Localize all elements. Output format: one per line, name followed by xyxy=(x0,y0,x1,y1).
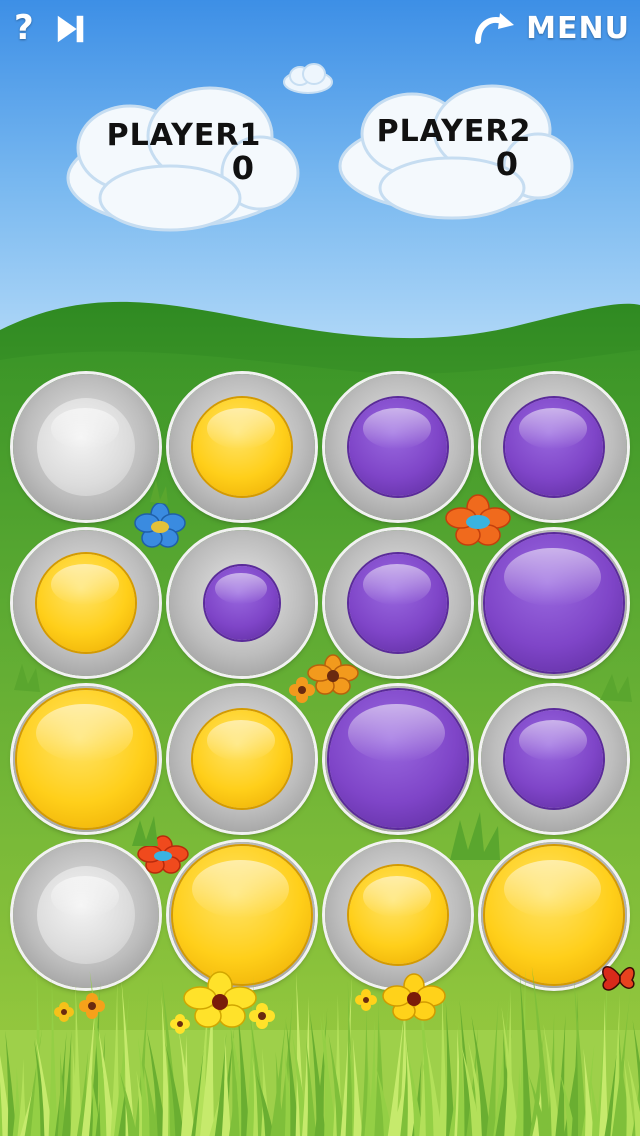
piece-gloss xyxy=(504,547,601,606)
board-cell-r1c1[interactable] xyxy=(13,374,159,520)
purple-piece xyxy=(505,398,603,496)
yellow-piece xyxy=(17,690,155,828)
piece-gloss xyxy=(206,719,276,761)
board-cell-r2c2[interactable] xyxy=(169,530,315,676)
purple-piece xyxy=(485,534,623,672)
board-cell-r3c1[interactable] xyxy=(13,686,159,832)
board-cell-r4c3[interactable] xyxy=(325,842,471,988)
piece-gloss xyxy=(518,719,588,761)
yellow-piece xyxy=(37,554,135,652)
board-cell-r1c3[interactable] xyxy=(325,374,471,520)
board-cell-r4c2[interactable] xyxy=(169,842,315,988)
yellow-piece xyxy=(349,866,447,964)
yellow-piece xyxy=(485,846,623,984)
yellow-piece xyxy=(193,710,291,808)
board-cell-r2c4[interactable] xyxy=(481,530,627,676)
piece-gloss xyxy=(362,407,432,449)
board-cell-r4c4[interactable] xyxy=(481,842,627,988)
piece-gloss xyxy=(348,703,445,762)
yellow-piece xyxy=(173,846,311,984)
board-cell-r3c2[interactable] xyxy=(169,686,315,832)
purple-piece xyxy=(349,554,447,652)
board-cell-r3c3[interactable] xyxy=(325,686,471,832)
purple-piece xyxy=(349,398,447,496)
piece-gloss xyxy=(362,875,432,917)
empty-slot xyxy=(37,398,135,496)
piece-gloss xyxy=(215,573,268,605)
piece-gloss xyxy=(50,407,120,449)
purple-piece xyxy=(505,710,603,808)
board-cell-r3c4[interactable] xyxy=(481,686,627,832)
game-screen: PLAYER1 0 PLAYER2 0 ? MENU xyxy=(0,0,640,1136)
board-cell-r2c1[interactable] xyxy=(13,530,159,676)
piece-gloss xyxy=(36,703,133,762)
yellow-piece xyxy=(193,398,291,496)
piece-gloss xyxy=(362,563,432,605)
purple-piece xyxy=(205,566,279,640)
piece-gloss xyxy=(50,875,120,917)
purple-piece xyxy=(329,690,467,828)
board-cell-r1c4[interactable] xyxy=(481,374,627,520)
piece-gloss xyxy=(206,407,276,449)
piece-gloss xyxy=(518,407,588,449)
empty-slot xyxy=(37,866,135,964)
board-cell-r2c3[interactable] xyxy=(325,530,471,676)
game-board xyxy=(0,0,640,1136)
piece-gloss xyxy=(50,563,120,605)
piece-gloss xyxy=(504,859,601,918)
piece-gloss xyxy=(192,859,289,918)
board-cell-r4c1[interactable] xyxy=(13,842,159,988)
board-cell-r1c2[interactable] xyxy=(169,374,315,520)
